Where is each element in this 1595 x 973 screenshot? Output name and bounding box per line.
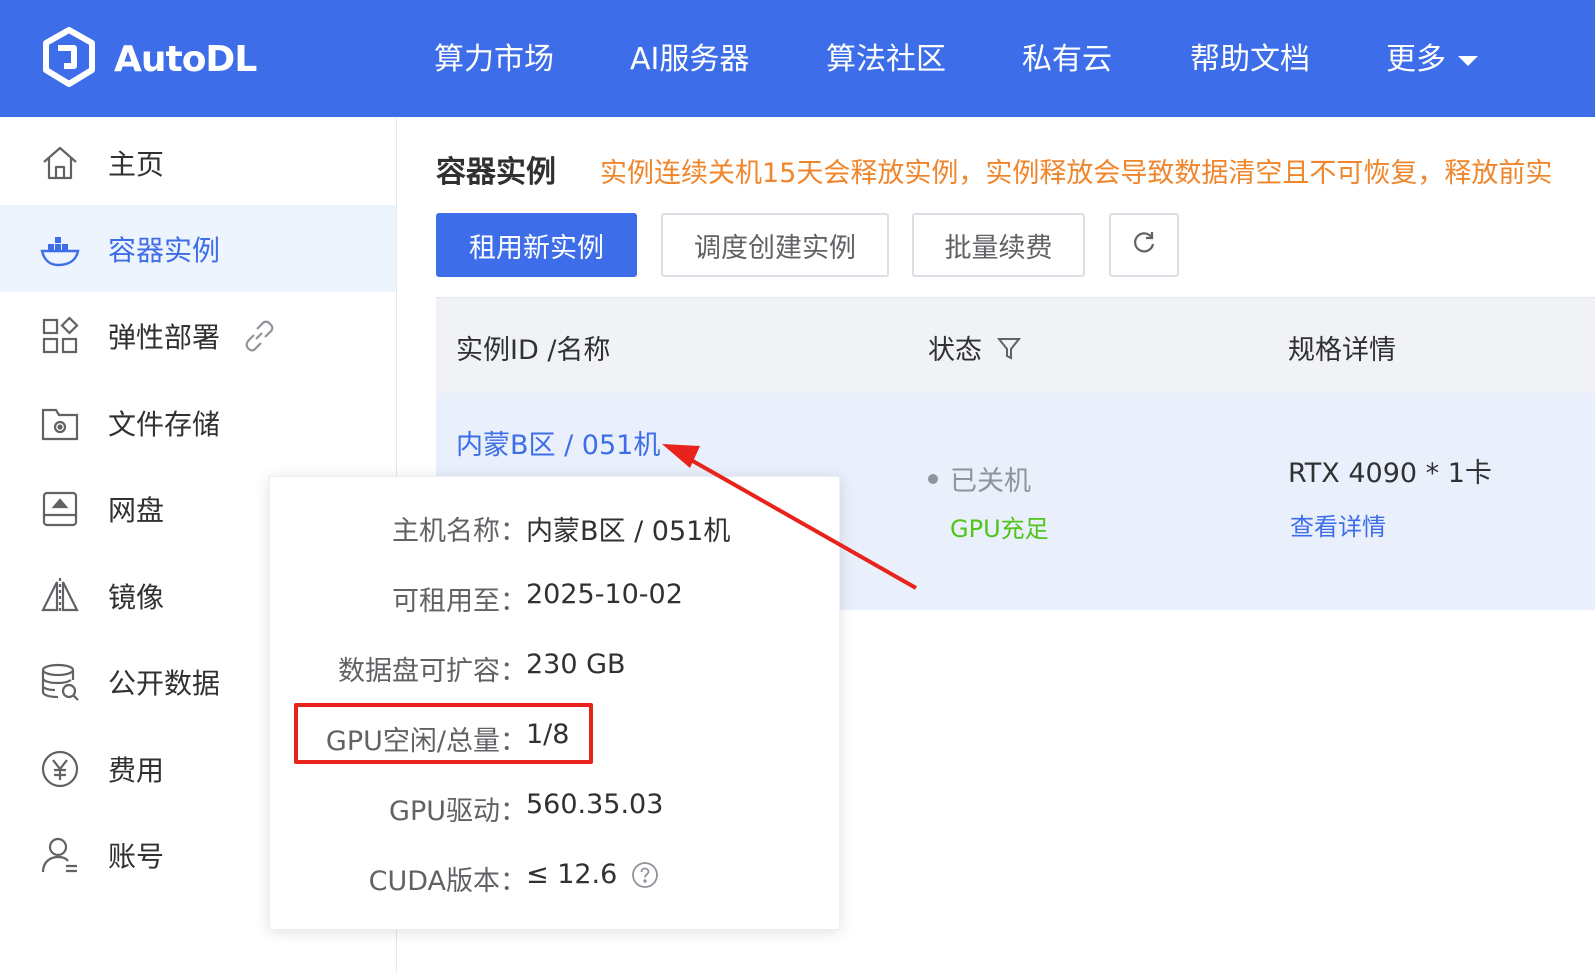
rent-new-instance-button[interactable]: 租用新实例	[436, 213, 637, 277]
sidebar-item-label: 容器实例	[108, 233, 221, 267]
page: AutoDL 算力市场 AI服务器 算法社区 私有云 帮助文档 更多 主页 容器…	[0, 0, 1595, 973]
spec-summary: RTX 4090 * 1卡	[1288, 458, 1492, 489]
column-header-label: 规格详情	[1288, 335, 1396, 366]
nav-item-help-docs[interactable]: 帮助文档	[1190, 38, 1310, 82]
status-dot	[928, 473, 938, 484]
autodl-logo-icon	[38, 26, 100, 92]
sidebar-item-label: 费用	[108, 753, 165, 787]
sidebar-item-home[interactable]: 主页	[0, 119, 396, 206]
gpu-availability: GPU充足	[950, 515, 1049, 543]
link-icon[interactable]	[242, 319, 276, 353]
cloud-drive-icon	[40, 489, 80, 529]
user-icon	[40, 835, 80, 875]
refresh-icon	[1131, 229, 1157, 262]
nav-item-algorithm-community[interactable]: 算法社区	[826, 38, 946, 82]
popover-value: ≤ 12.6	[526, 859, 618, 890]
sidebar-item-label: 主页	[108, 147, 165, 181]
popover-row-rentable-until: 可租用至： 2025-10-02	[270, 579, 841, 619]
popover-value: 230 GB	[526, 649, 626, 680]
release-notice: 实例连续关机15天会释放实例，实例释放会导致数据清空且不可恢复，释放前实	[600, 158, 1553, 189]
sidebar-item-file-storage[interactable]: 文件存储	[0, 379, 396, 466]
database-icon	[40, 662, 80, 702]
popover-label: GPU驱动：	[389, 796, 527, 827]
popover-row-gpu-driver: GPU驱动： 560.35.03	[270, 789, 841, 829]
popover-row-host-name: 主机名称： 内蒙B区 / 051机	[270, 509, 841, 549]
container-icon	[40, 229, 80, 269]
table-header: 实例ID /名称 状态 规格详情	[436, 297, 1595, 393]
column-header-spec: 规格详情	[1288, 328, 1396, 367]
sidebar-item-label: 文件存储	[108, 407, 221, 441]
popover-row-disk-expandable: 数据盘可扩容： 230 GB	[270, 649, 841, 689]
nav-item-more[interactable]: 更多	[1386, 38, 1478, 82]
sidebar-item-container-instance[interactable]: 容器实例	[0, 205, 396, 292]
file-storage-icon	[40, 403, 80, 443]
question-mark-icon[interactable]	[631, 861, 659, 889]
brand-name: AutoDL	[114, 38, 257, 80]
popover-label: 数据盘可扩容：	[338, 656, 527, 687]
yen-icon	[40, 749, 80, 789]
sidebar-item-label: 公开数据	[108, 666, 221, 700]
column-header-status: 状态	[928, 328, 1022, 367]
annotation-highlight-box	[294, 703, 593, 764]
nav-item-ai-server[interactable]: AI服务器	[630, 38, 749, 82]
nav-item-compute-market[interactable]: 算力市场	[434, 38, 554, 82]
filter-icon[interactable]	[996, 335, 1022, 361]
top-nav-bar: AutoDL 算力市场 AI服务器 算法社区 私有云 帮助文档 更多	[0, 0, 1595, 117]
popover-label: 可租用至：	[392, 586, 527, 617]
mirror-icon	[40, 576, 80, 616]
instance-status: 已关机	[928, 459, 1031, 498]
popover-row-cuda-version: CUDA版本： ≤ 12.6	[270, 859, 841, 899]
nav-item-private-cloud[interactable]: 私有云	[1022, 38, 1112, 82]
sidebar-item-label: 弹性部署	[108, 320, 221, 354]
caret-down-icon	[1458, 55, 1478, 66]
column-header-label: 实例ID /名称	[456, 335, 611, 366]
sidebar-item-label: 账号	[108, 839, 165, 873]
status-text: 已关机	[950, 466, 1031, 497]
popover-label: CUDA版本：	[368, 866, 527, 897]
nav-more-label: 更多	[1386, 42, 1446, 77]
popover-value-cuda: ≤ 12.6	[526, 859, 659, 890]
page-title: 容器实例	[436, 155, 556, 190]
schedule-create-instance-button[interactable]: 调度创建实例	[661, 213, 889, 277]
logo[interactable]: AutoDL	[38, 26, 257, 92]
sidebar-item-elastic-deploy[interactable]: 弹性部署	[0, 292, 396, 379]
popover-value: 内蒙B区 / 051机	[526, 516, 731, 547]
popover-value: 2025-10-02	[526, 579, 683, 610]
sidebar-item-label: 镜像	[108, 580, 165, 614]
column-header-label: 状态	[928, 335, 982, 366]
popover-label: 主机名称：	[392, 516, 527, 547]
sidebar-item-label: 网盘	[108, 493, 165, 527]
home-icon	[40, 143, 80, 183]
apps-grid-icon	[40, 315, 80, 356]
column-header-id-name: 实例ID /名称	[456, 328, 610, 367]
batch-renew-button[interactable]: 批量续费	[912, 213, 1085, 277]
refresh-button[interactable]	[1109, 213, 1179, 277]
view-details-link[interactable]: 查看详情	[1290, 507, 1386, 542]
popover-value: 560.35.03	[526, 789, 664, 820]
instance-name-link[interactable]: 内蒙B区 / 051机	[456, 423, 660, 462]
